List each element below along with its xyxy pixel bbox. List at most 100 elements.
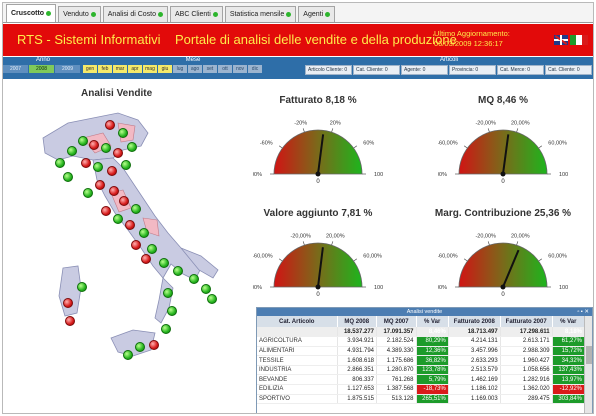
month-button[interactable]: mar <box>113 65 128 73</box>
gauge-tick-label: -20% <box>294 121 307 127</box>
map-pin-green[interactable] <box>55 158 65 168</box>
month-button[interactable]: apr <box>128 65 143 73</box>
gauge-tick-label: 20% <box>330 121 341 127</box>
map-pin-green[interactable] <box>139 228 149 238</box>
column-header[interactable]: MQ 2007 <box>376 316 417 327</box>
map-pin-red[interactable] <box>63 298 73 308</box>
table-row[interactable]: EDILIZIA 1.127.653 1.387.568 -18,73% 1.186.1… <box>257 384 586 395</box>
map-pin-green[interactable] <box>131 204 141 214</box>
map-pin-green[interactable] <box>167 306 177 316</box>
value-cell: 5,79% <box>416 374 449 386</box>
map-pin-red[interactable] <box>131 240 141 250</box>
value-cell: 2.633.293 <box>448 355 501 366</box>
month-button[interactable]: gen <box>83 65 98 73</box>
map-pin-red[interactable] <box>149 340 159 350</box>
map-pin-green[interactable] <box>93 162 103 172</box>
column-header[interactable]: Cat. Articolo <box>257 316 338 327</box>
tab-abc-clienti[interactable]: ABC Clienti <box>170 6 223 22</box>
month-button[interactable]: giu <box>158 65 173 73</box>
map-pin-red[interactable] <box>107 166 117 176</box>
map-pin-green[interactable] <box>207 294 217 304</box>
map-pin-green[interactable] <box>161 324 171 334</box>
map-pin-red[interactable] <box>89 140 99 150</box>
map-pin-green[interactable] <box>163 288 173 298</box>
map-pin-red[interactable] <box>95 180 105 190</box>
map-pin-green[interactable] <box>63 172 73 182</box>
filter-dropdown[interactable]: Provincia: 0 <box>449 65 496 75</box>
table-scrollbar[interactable] <box>584 316 592 413</box>
filter-dropdown[interactable]: Articolo Cliente: 0 <box>305 65 352 75</box>
map-pin-green[interactable] <box>189 274 199 284</box>
value-cell: 12,36% <box>416 346 449 357</box>
mese-label: Mese <box>185 57 201 63</box>
map-pin-green[interactable] <box>67 146 77 156</box>
year-button[interactable]: 2008 <box>29 65 55 73</box>
table-row[interactable]: ALIMENTARI 4.931.794 4.389.330 12,36% 3.457.… <box>257 346 586 357</box>
map-pin-green[interactable] <box>77 282 87 292</box>
map-pin-green[interactable] <box>101 143 111 153</box>
month-button[interactable]: mag <box>143 65 158 73</box>
tab-cruscotto[interactable]: Cruscotto <box>6 4 57 22</box>
map-pin-red[interactable] <box>141 254 151 264</box>
map-pin-green[interactable] <box>147 244 157 254</box>
table-header-row: Cat. Articolo MQ 2008 MQ 2007 % Var Fatt… <box>257 316 586 327</box>
filter-dropdown[interactable]: Cat. Cliente: 0 <box>353 65 400 75</box>
month-button[interactable]: feb <box>98 65 113 73</box>
value-cell: 4.214.131 <box>448 336 501 347</box>
map-pin-green[interactable] <box>135 342 145 352</box>
italy-flag-icon[interactable] <box>570 35 588 45</box>
value-cell: 3.457.996 <box>448 346 501 357</box>
map-pin-green[interactable] <box>159 258 169 268</box>
window-controls-icon[interactable]: ▫ ▪ ✕ <box>577 308 589 316</box>
column-header[interactable]: MQ 2008 <box>337 316 377 327</box>
map-pin-red[interactable] <box>113 148 123 158</box>
tab-agenti[interactable]: Agenti <box>298 6 336 22</box>
column-header[interactable]: Fatturato 2008 <box>448 316 501 327</box>
table-row[interactable]: INDUSTRIA 2.866.351 1.280.870 123,78% 2.513.… <box>257 365 586 376</box>
gauge-hub <box>500 171 506 177</box>
gauge-tick-label: 20,00% <box>511 121 530 127</box>
column-header[interactable]: % Var <box>552 316 586 327</box>
map-pin-red[interactable] <box>109 186 119 196</box>
month-button[interactable]: ago <box>188 65 203 73</box>
map-pin-green[interactable] <box>121 160 131 170</box>
map-pin-green[interactable] <box>113 214 123 224</box>
table-row[interactable]: BEVANDE 806.337 761.268 5,79% 1.462.169 1.282… <box>257 374 586 386</box>
year-button[interactable]: 2009 <box>55 65 81 73</box>
map-pin-green[interactable] <box>201 284 211 294</box>
uk-flag-icon[interactable] <box>554 35 568 45</box>
month-button[interactable]: dic <box>248 65 263 73</box>
filter-dropdown[interactable]: Cat. Cliente: 0 <box>545 65 592 75</box>
tab-statistica-mensile[interactable]: Statistica mensile <box>224 6 297 22</box>
column-header[interactable]: % Var <box>416 316 449 327</box>
total-cell: 18.537.277 <box>337 327 377 338</box>
month-button[interactable]: lug <box>173 65 188 73</box>
map-pin-green[interactable] <box>127 142 137 152</box>
month-button[interactable]: set <box>203 65 218 73</box>
map-pin-green[interactable] <box>118 128 128 138</box>
map-pin-red[interactable] <box>65 316 75 326</box>
gauge-dial: -100% -60% -20% 20% 60% 100% 0 <box>253 121 383 185</box>
filter-dropdown[interactable]: Agente: 0 <box>401 65 448 75</box>
map-pin-green[interactable] <box>123 350 133 360</box>
year-button[interactable]: 2007 <box>3 65 29 73</box>
map-pin-red[interactable] <box>81 158 91 168</box>
scrollbar-thumb[interactable] <box>586 346 592 364</box>
tab-venduto[interactable]: Venduto <box>58 6 101 22</box>
month-button[interactable]: nov <box>233 65 248 73</box>
tab-analisi-di-costo[interactable]: Analisi di Costo <box>102 6 169 22</box>
column-header[interactable]: Fatturato 2007 <box>500 316 553 327</box>
map-pin-red[interactable] <box>101 206 111 216</box>
map-pin-red[interactable] <box>105 120 115 130</box>
filter-dropdown[interactable]: Cat. Merce: 0 <box>497 65 544 75</box>
map-pin-green[interactable] <box>173 266 183 276</box>
map-pin-red[interactable] <box>125 220 135 230</box>
map-pin-green[interactable] <box>78 136 88 146</box>
map-pin-green[interactable] <box>83 188 93 198</box>
table-row[interactable]: TESSILE 1.608.618 1.175.686 36,82% 2.633.293… <box>257 355 586 366</box>
table-row[interactable]: AGRICOLTURA 3.934.921 2.182.524 80,29% 4.214… <box>257 336 586 347</box>
table-row[interactable]: SPORTIVO 1.875.515 513.128 265,51% 1.169.003… <box>257 394 586 405</box>
month-button[interactable]: ott <box>218 65 233 73</box>
table-title-bar: Analisi vendite ▫ ▪ ✕ <box>257 308 592 316</box>
map-pin-red[interactable] <box>119 196 129 206</box>
